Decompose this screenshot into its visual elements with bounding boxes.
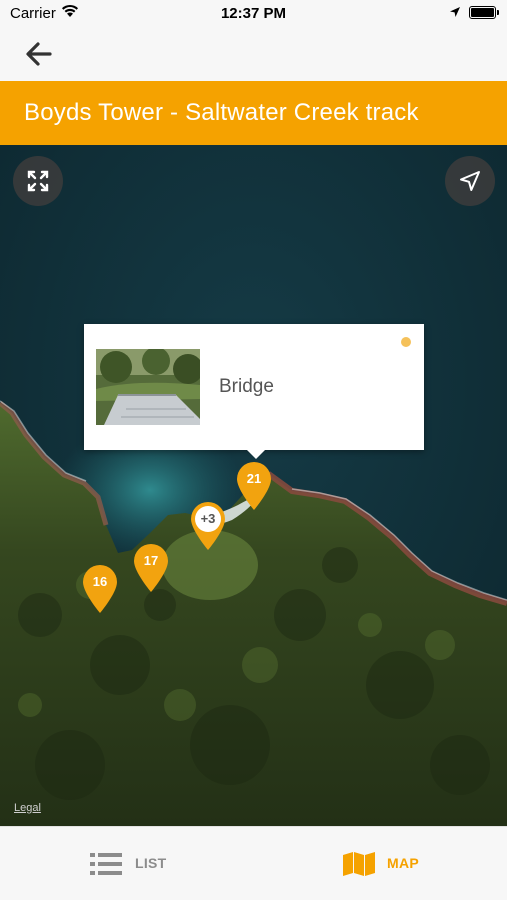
pin-label: +3 <box>200 511 216 526</box>
map-pin[interactable]: 16 <box>81 563 119 615</box>
arrow-left-icon <box>26 42 52 66</box>
pin-label: 16 <box>92 574 108 589</box>
tab-bar: LIST MAP <box>0 826 507 900</box>
legal-link[interactable]: Legal <box>14 802 41 814</box>
status-dot <box>401 337 411 347</box>
location-services-icon <box>449 5 461 22</box>
poi-title: Bridge <box>219 376 274 397</box>
location-arrow-icon <box>460 171 480 191</box>
map-pin[interactable]: 17 <box>132 542 170 594</box>
expand-icon <box>27 170 49 192</box>
pin-label: 17 <box>143 553 159 568</box>
tab-map[interactable]: MAP <box>340 827 440 901</box>
back-button[interactable] <box>22 37 56 71</box>
list-icon <box>90 853 122 875</box>
tab-list[interactable]: LIST <box>90 827 190 901</box>
poi-thumbnail <box>96 349 200 425</box>
status-bar: Carrier 12:37 PM <box>0 0 507 26</box>
page-title: Boyds Tower - Saltwater Creek track <box>24 99 419 126</box>
map-pin-cluster[interactable]: +3 <box>189 500 227 552</box>
tab-map-label: MAP <box>387 855 420 871</box>
fullscreen-button[interactable] <box>13 156 63 206</box>
map-icon <box>343 852 375 876</box>
locate-me-button[interactable] <box>445 156 495 206</box>
track-title-bar: Boyds Tower - Saltwater Creek track <box>0 81 507 145</box>
satellite-map[interactable]: Bridge 21 +3 17 16 Legal <box>0 145 507 826</box>
map-pin[interactable]: 21 <box>235 460 273 512</box>
pin-label: 21 <box>246 471 262 486</box>
navigation-bar <box>0 26 507 81</box>
tab-list-label: LIST <box>135 855 167 871</box>
clock: 12:37 PM <box>220 5 287 22</box>
battery-icon <box>469 6 499 19</box>
poi-callout[interactable]: Bridge <box>84 324 424 459</box>
